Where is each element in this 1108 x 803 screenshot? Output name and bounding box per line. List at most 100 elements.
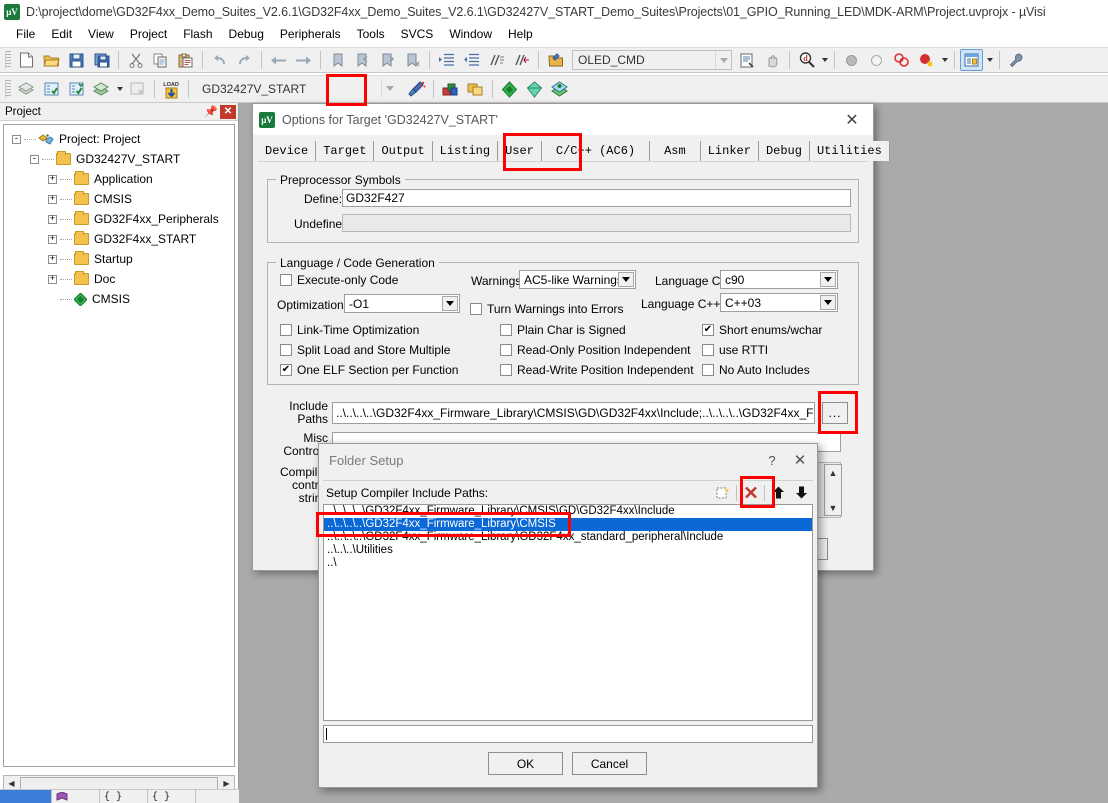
chevron-down-icon[interactable] — [715, 51, 731, 69]
undefine-input[interactable] — [342, 214, 851, 232]
select-target-combo[interactable]: GD32427V_START — [197, 79, 397, 99]
language-cpp-combo[interactable]: C++03 — [720, 293, 838, 312]
chevron-down-icon[interactable] — [442, 296, 458, 311]
tab-functions[interactable]: { } — [100, 790, 148, 803]
include-paths-browse-button[interactable]: ... — [822, 402, 848, 424]
chevron-down-icon[interactable] — [618, 272, 634, 287]
tab-utilities[interactable]: Utilities — [809, 141, 890, 161]
save-all-icon[interactable] — [90, 49, 113, 71]
tree-item-gd32f4xx-start[interactable]: + GD32F4xx_START — [4, 229, 234, 249]
breakpoint-insert-icon[interactable] — [840, 49, 863, 71]
scroll-up-icon[interactable]: ▲ — [825, 465, 841, 480]
menu-peripherals[interactable]: Peripherals — [272, 25, 349, 43]
bookmark-toggle-icon[interactable] — [326, 49, 349, 71]
tab-c-cpp[interactable]: C/C++ (AC6) — [541, 141, 651, 161]
batch-build-icon[interactable] — [90, 78, 113, 100]
menu-project[interactable]: Project — [122, 25, 175, 43]
tab-templates[interactable]: { } — [148, 790, 196, 803]
optimization-combo[interactable]: -O1 — [344, 294, 460, 313]
configuration-wizard-icon[interactable] — [1005, 49, 1028, 71]
tab-listing[interactable]: Listing — [432, 141, 499, 161]
scroll-thumb[interactable] — [20, 776, 218, 790]
include-paths-list[interactable]: ..\..\..\..\GD32F4xx_Firmware_Library\CM… — [323, 504, 813, 721]
ok-button[interactable]: OK — [488, 752, 563, 775]
include-paths-input[interactable]: ..\..\..\..\GD32F4xx_Firmware_Library\CM… — [332, 402, 815, 424]
download-icon[interactable]: LOAD — [160, 78, 183, 100]
short-enums-wchar-checkbox[interactable]: Short enums/wchar — [702, 323, 822, 337]
tab-output[interactable]: Output — [374, 141, 433, 161]
cancel-button[interactable]: Cancel — [572, 752, 647, 775]
list-item[interactable]: ..\..\..\..\GD32F4xx_Firmware_Library\CM… — [324, 505, 812, 518]
manage-project-items-icon[interactable] — [439, 78, 462, 100]
expander-icon[interactable]: + — [48, 274, 57, 284]
breakpoint-disable-icon[interactable] — [865, 49, 888, 71]
expander-icon[interactable]: + — [48, 194, 57, 204]
tab-linker[interactable]: Linker — [700, 141, 759, 161]
menu-tools[interactable]: Tools — [349, 25, 393, 43]
path-edit-input[interactable] — [323, 725, 813, 743]
copy-icon[interactable] — [149, 49, 172, 71]
warnings-combo[interactable]: AC5-like Warnings — [519, 270, 636, 289]
read-write-position-independent-checkbox[interactable]: Read-Write Position Independent — [500, 363, 694, 377]
scroll-down-icon[interactable]: ▼ — [825, 500, 841, 515]
manage-window-icon[interactable] — [960, 49, 983, 71]
expander-icon[interactable]: + — [48, 214, 57, 224]
expander-icon[interactable]: + — [48, 174, 57, 184]
new-file-icon[interactable] — [15, 49, 38, 71]
expander-icon[interactable]: - — [12, 134, 21, 144]
uncomment-icon[interactable] — [510, 49, 533, 71]
list-item[interactable]: ..\..\..\..\GD32F4xx_Firmware_Library\GD… — [324, 531, 812, 544]
rebuild-icon[interactable] — [65, 78, 88, 100]
move-down-icon[interactable] — [791, 483, 812, 503]
comment-icon[interactable] — [485, 49, 508, 71]
menu-edit[interactable]: Edit — [43, 25, 80, 43]
turn-warnings-into-errors-checkbox[interactable]: Turn Warnings into Errors — [470, 302, 623, 316]
pack-installer-icon[interactable] — [498, 78, 521, 100]
tree-item-doc[interactable]: + Doc — [4, 269, 234, 289]
tab-project[interactable] — [0, 790, 52, 803]
build-icon[interactable] — [40, 78, 63, 100]
scroll-left-icon[interactable]: ◀ — [4, 776, 19, 790]
tab-debug[interactable]: Debug — [758, 141, 810, 161]
list-item[interactable]: ..\..\..\Utilities — [324, 544, 812, 557]
menu-view[interactable]: View — [80, 25, 122, 43]
chevron-down-icon[interactable] — [819, 49, 830, 71]
chevron-down-icon[interactable] — [820, 295, 836, 310]
close-icon[interactable]: ✕ — [220, 104, 236, 119]
pin-icon[interactable]: 📌 — [204, 105, 218, 119]
tab-device[interactable]: Device — [258, 141, 317, 161]
bookmark-clear-icon[interactable] — [401, 49, 424, 71]
navigate-backward-icon[interactable] — [267, 49, 290, 71]
tree-item-gd32f4xx-peripherals[interactable]: + GD32F4xx_Peripherals — [4, 209, 234, 229]
tree-item-project[interactable]: - Project: Project — [4, 129, 234, 149]
no-auto-includes-checkbox[interactable]: No Auto Includes — [702, 363, 810, 377]
bookmark-next-icon[interactable] — [376, 49, 399, 71]
define-input[interactable]: GD32F427 — [342, 189, 851, 207]
language-c-combo[interactable]: c90 — [720, 270, 838, 289]
delete-path-icon[interactable] — [740, 483, 761, 503]
breakpoint-disable-all-icon[interactable] — [915, 49, 938, 71]
one-elf-section-checkbox[interactable]: One ELF Section per Function — [280, 363, 458, 377]
read-only-position-independent-checkbox[interactable]: Read-Only Position Independent — [500, 343, 690, 357]
save-icon[interactable] — [65, 49, 88, 71]
chevron-down-icon[interactable] — [114, 78, 125, 100]
menu-svcs[interactable]: SVCS — [393, 25, 442, 43]
outdent-icon[interactable] — [460, 49, 483, 71]
cut-icon[interactable] — [124, 49, 147, 71]
close-icon[interactable]: ✕ — [785, 447, 815, 473]
search-target-icon[interactable]: d — [795, 49, 818, 71]
breakpoint-kill-all-icon[interactable] — [890, 49, 913, 71]
move-up-icon[interactable] — [768, 483, 789, 503]
menu-help[interactable]: Help — [500, 25, 541, 43]
new-path-icon[interactable] — [712, 483, 733, 503]
split-load-store-checkbox[interactable]: Split Load and Store Multiple — [280, 343, 450, 357]
question-mark-icon[interactable]: ? — [759, 447, 785, 473]
tree-item-target[interactable]: - GD32427V_START — [4, 149, 234, 169]
paste-icon[interactable] — [174, 49, 197, 71]
use-rtti-checkbox[interactable]: use RTTI — [702, 343, 768, 357]
scroll-right-icon[interactable]: ▶ — [219, 776, 234, 790]
menu-window[interactable]: Window — [441, 25, 500, 43]
options-for-target-icon[interactable] — [405, 78, 428, 100]
stop-build-icon[interactable] — [126, 78, 149, 100]
multi-project-icon[interactable] — [464, 78, 487, 100]
